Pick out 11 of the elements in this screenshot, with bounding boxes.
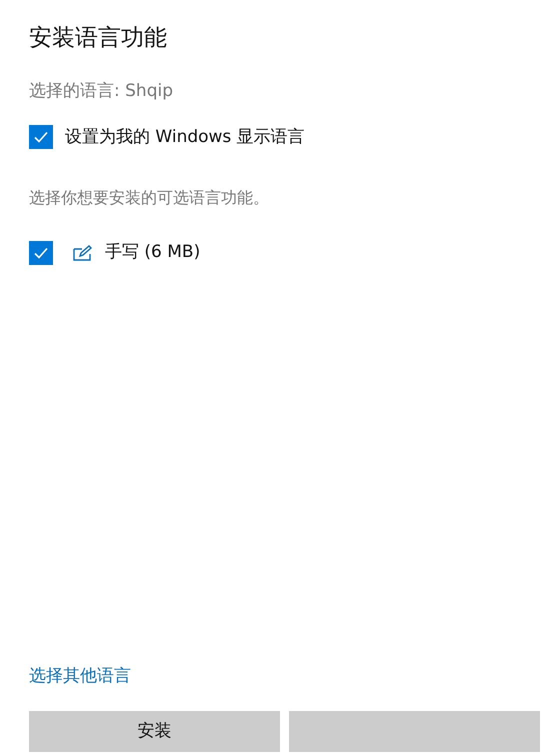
checkbox-label: 设置为我的 Windows 显示语言: [65, 126, 305, 148]
pen-icon: [73, 244, 93, 261]
dialog-title: 安装语言功能: [29, 24, 168, 53]
other-language-link[interactable]: 选择其他语言: [29, 664, 131, 689]
install-button[interactable]: 安装: [29, 711, 280, 752]
feature-label: 手写 (6 MB): [105, 241, 200, 264]
checkbox[interactable]: [29, 240, 53, 265]
selected-language-text: 选择的语言: Shqip: [29, 80, 174, 103]
checkbox[interactable]: [29, 125, 53, 150]
instruction-text: 选择你想要安装的可选语言功能。: [29, 187, 270, 209]
checkmark-icon: [33, 129, 49, 146]
